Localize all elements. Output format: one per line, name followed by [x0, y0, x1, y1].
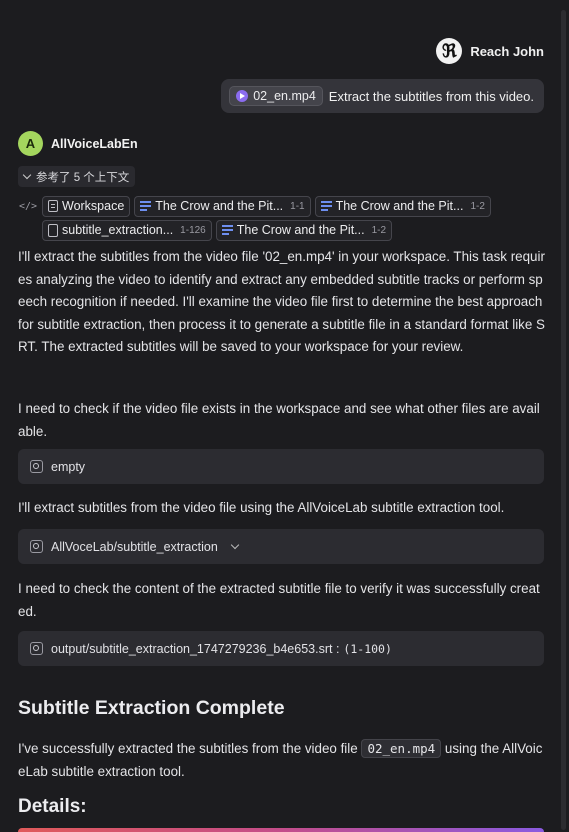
assistant-name: AllVoiceLabEn — [51, 136, 138, 151]
inline-code-filename: 02_en.mp4 — [361, 739, 442, 758]
reference-chip[interactable]: The Crow and the Pit... 1-2 — [314, 195, 491, 217]
tool-file-path: output/subtitle_extraction_1747279236_b4… — [51, 641, 340, 656]
assistant-header: A AllVoiceLabEn — [18, 131, 138, 156]
references-toggle[interactable]: 参考了 5 个上下文 — [18, 166, 136, 187]
user-message-bubble: 02_en.mp4 Extract the subtitles from thi… — [221, 79, 544, 113]
text-lines-icon — [221, 225, 233, 235]
attached-file-chip[interactable]: 02_en.mp4 — [229, 86, 323, 106]
user-message-text: Extract the subtitles from this video. — [328, 88, 534, 104]
references-list: </> Workspace The Crow and the Pit... 1-… — [18, 195, 548, 243]
reference-chip[interactable]: The Crow and the Pit... 1-2 — [215, 219, 393, 241]
reference-range: 1-2 — [470, 200, 485, 212]
reference-label: The Crow and the Pit... — [155, 199, 284, 213]
assistant-paragraph-verify: I need to check the content of the extra… — [18, 581, 540, 619]
assistant-paragraph-complete: I've successfully extracted the subtitle… — [18, 738, 546, 783]
assistant-avatar: A — [18, 131, 43, 156]
reference-range: 1-1 — [290, 200, 305, 212]
reference-label: The Crow and the Pit... — [236, 223, 365, 237]
bottom-gradient-bar — [18, 828, 544, 832]
tool-name: AllVoceLab/subtitle_extraction — [51, 539, 218, 554]
tool-result-text: empty — [51, 459, 86, 474]
attached-file-name: 02_en.mp4 — [253, 89, 316, 103]
tool-file-range: (1-100) — [343, 641, 392, 656]
tool-call-subtitle-extraction[interactable]: AllVoceLab/subtitle_extraction — [18, 529, 544, 564]
tool-call-list-files[interactable]: empty — [18, 449, 544, 484]
assistant-paragraph-extract: I'll extract subtitles from the video fi… — [18, 500, 505, 515]
reference-chip[interactable]: The Crow and the Pit... 1-1 — [134, 195, 311, 217]
code-icon: </> — [18, 200, 38, 212]
text-lines-icon — [140, 201, 152, 211]
tool-call-read-file[interactable]: output/subtitle_extraction_1747279236_b4… — [18, 631, 544, 666]
assistant-paragraph-intro: I'll extract the subtitles from the vide… — [18, 249, 545, 354]
paragraph-text: I've successfully extracted the subtitle… — [18, 741, 362, 756]
text-lines-icon — [320, 201, 332, 211]
reference-label: The Crow and the Pit... — [335, 199, 464, 213]
tool-icon — [30, 540, 43, 553]
reference-label: subtitle_extraction... — [62, 223, 174, 237]
reference-label: Workspace — [62, 199, 125, 213]
scrollbar[interactable] — [561, 10, 566, 830]
reference-range: 1-126 — [180, 224, 206, 236]
search-icon — [30, 642, 43, 655]
video-play-icon — [236, 90, 249, 102]
user-header: ℜ Reach John — [436, 38, 544, 64]
details-heading: Details: — [18, 796, 87, 817]
file-icon — [48, 223, 58, 237]
user-name: Reach John — [470, 43, 544, 59]
reference-chip[interactable]: subtitle_extraction... 1-126 — [42, 219, 212, 241]
reference-chip-workspace[interactable]: Workspace — [42, 195, 131, 217]
folder-icon — [48, 200, 58, 212]
search-icon — [30, 460, 43, 473]
chevron-down-icon — [22, 170, 32, 180]
chevron-down-icon — [230, 540, 240, 550]
user-avatar: ℜ — [436, 38, 463, 64]
references-toggle-label: 参考了 5 个上下文 — [36, 171, 130, 184]
section-heading: Subtitle Extraction Complete — [18, 697, 285, 719]
assistant-paragraph-check: I need to check if the video file exists… — [18, 401, 540, 439]
reference-range: 1-2 — [371, 224, 387, 236]
